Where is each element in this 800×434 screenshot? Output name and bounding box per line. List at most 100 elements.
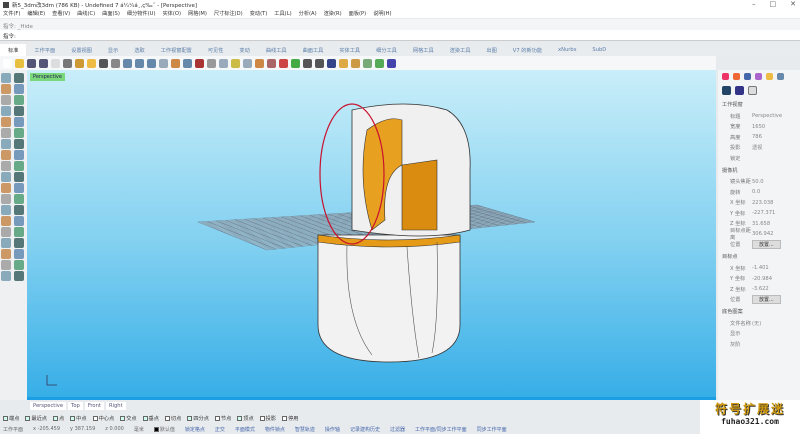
property-value[interactable]: Perspective [752,113,800,119]
toolbar-button-icon[interactable] [15,58,24,68]
osnap-checkbox[interactable] [52,416,58,421]
status-toggle[interactable]: 平面模式 [235,426,255,433]
menu-item[interactable]: 细分物件(U) [127,10,156,17]
tool-icon[interactable] [14,271,24,281]
toolbar-button-icon[interactable] [315,58,324,68]
toolbar-tab[interactable]: 变动 [231,44,257,56]
toolbar-tab[interactable]: 标准 [0,44,27,56]
osnap-10[interactable]: 顶点 [237,415,254,422]
status-toggle[interactable]: 操作轴 [325,426,340,433]
toolbar-tab[interactable]: 显示 [100,44,126,56]
menu-item[interactable]: 编辑(E) [27,10,45,17]
toolbar-button-icon[interactable] [171,58,180,68]
menu-item[interactable]: 分析(A) [299,10,317,17]
status-toggle[interactable]: 记录建构历史 [350,426,380,433]
osnap-checkbox[interactable] [259,416,265,421]
menu-item[interactable]: 查看(V) [52,10,70,17]
layers-icon[interactable] [733,73,740,80]
viewport-tab[interactable]: Top [68,402,83,410]
toolbar-tab[interactable]: 细分工具 [368,44,405,56]
osnap-0[interactable]: 端点 [3,415,19,422]
link-icon[interactable] [735,86,744,95]
tool-icon[interactable] [14,205,24,215]
tool-icon[interactable] [1,183,11,193]
tool-icon[interactable] [14,117,24,127]
toolbar-button-icon[interactable] [327,58,336,68]
display-icon[interactable] [744,73,751,80]
status-toggle[interactable]: 工作平面/同步工作平面 [415,426,467,433]
menu-item[interactable]: 曲线(C) [77,10,95,17]
property-value[interactable]: 50.0 [752,179,800,185]
tool-icon[interactable] [1,139,11,149]
menu-item[interactable]: 变动(T) [250,10,268,17]
property-value[interactable]: 223.038 [752,200,800,206]
maximize-icon[interactable]: □ [770,0,777,8]
status-toggle[interactable]: 过滤器 [390,426,405,433]
property-value[interactable]: -20.984 [752,276,800,282]
osnap-checkbox[interactable] [3,416,8,421]
menu-item[interactable]: 曲面(S) [102,10,120,17]
tool-icon[interactable] [1,249,11,259]
tool-icon[interactable] [14,260,24,270]
osnap-checkbox[interactable] [282,416,288,421]
menu-item[interactable]: 工具(L) [274,10,291,17]
tool-icon[interactable] [1,106,11,116]
toolbar-button-icon[interactable] [363,58,372,68]
tool-icon[interactable] [1,128,11,138]
tool-icon[interactable] [14,183,24,193]
close-icon[interactable]: ✕ [790,0,796,8]
osnap-4[interactable]: 中心点 [92,415,114,422]
osnap-checkbox[interactable] [164,416,170,421]
tool-icon[interactable] [1,84,11,94]
toolbar-button-icon[interactable] [123,58,132,68]
toolbar-tab[interactable]: 工作视窗配置 [153,44,200,56]
target-place-button[interactable]: 放置... [752,295,781,305]
tool-icon[interactable] [1,194,11,204]
menu-item[interactable]: 文件(F) [3,10,20,17]
osnap-5[interactable]: 交点 [120,415,137,422]
tool-icon[interactable] [1,150,11,160]
osnap-8[interactable]: 四分点 [187,415,209,422]
toolbar-tab[interactable]: 选取 [126,44,152,56]
folder-icon[interactable] [766,73,773,80]
osnap-11[interactable]: 投影 [259,415,276,422]
osnap-2[interactable]: 点 [52,415,64,422]
toolbar-button-icon[interactable] [243,58,252,68]
toolbar-button-icon[interactable] [231,58,240,68]
osnap-checkbox[interactable] [142,416,148,421]
tool-icon[interactable] [14,216,24,226]
tool-icon[interactable] [14,106,24,116]
menu-item[interactable]: 说明(H) [373,10,391,17]
tool-icon[interactable] [1,216,11,226]
viewport-tab[interactable]: Perspective [30,402,67,410]
viewport-tab[interactable]: Right [105,402,126,410]
osnap-checkbox[interactable] [92,416,98,421]
toolbar-button-icon[interactable] [39,58,48,68]
help-icon[interactable] [755,73,762,80]
tool-icon[interactable] [14,139,24,149]
toolbar-button-icon[interactable] [255,58,264,68]
tool-icon[interactable] [14,227,24,237]
status-toggle[interactable]: 正交 [215,426,225,433]
command-input[interactable]: 指令: [0,30,800,41]
toolbar-tab[interactable]: 出图 [478,44,504,56]
osnap-1[interactable]: 最近点 [25,415,47,422]
toolbar-button-icon[interactable] [267,58,276,68]
status-toggle[interactable]: 智慧轨迹 [295,426,315,433]
property-value[interactable]: 透视 [752,144,800,151]
property-value[interactable]: 306.942 [752,231,800,237]
toolbar-button-icon[interactable] [75,58,84,68]
toolbar-tab[interactable]: 曲面工具 [295,44,332,56]
tool-icon[interactable] [1,95,11,105]
tool-icon[interactable] [14,238,24,248]
osnap-checkbox[interactable] [70,416,76,421]
property-value[interactable]: (无) [752,320,800,327]
tool-icon[interactable] [1,238,11,248]
tool-icon[interactable] [1,260,11,270]
toolbar-button-icon[interactable] [291,58,300,68]
osnap-checkbox[interactable] [214,416,220,421]
property-value[interactable]: -3.622 [752,286,800,292]
menu-item[interactable]: 面板(P) [349,10,367,17]
camera-place-button[interactable]: 放置... [752,240,781,250]
tool-icon[interactable] [14,128,24,138]
